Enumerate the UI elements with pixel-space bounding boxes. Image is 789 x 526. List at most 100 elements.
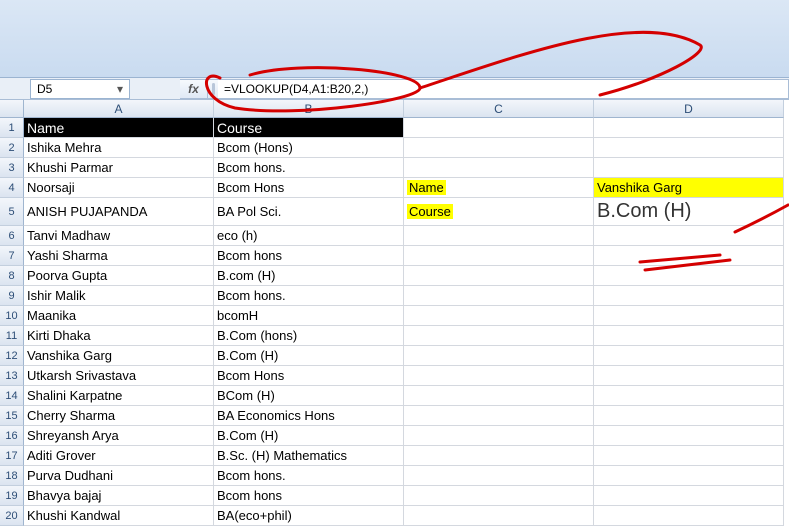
cell-c6[interactable] [404,226,594,246]
cell-c11[interactable] [404,326,594,346]
cell-d5[interactable]: B.Com (H) [594,198,784,226]
cell-c3[interactable] [404,158,594,178]
select-all-corner[interactable] [0,100,24,118]
cell-b5[interactable]: BA Pol Sci. [214,198,404,226]
cell-b3[interactable]: Bcom hons. [214,158,404,178]
col-header-d[interactable]: D [594,100,784,118]
cell-d17[interactable] [594,446,784,466]
col-header-c[interactable]: C [404,100,594,118]
cell-a2[interactable]: Ishika Mehra [24,138,214,158]
cell-a4[interactable]: Noorsaji [24,178,214,198]
formula-input[interactable]: =VLOOKUP(D4,A1:B20,2,) [218,79,789,99]
cell-b7[interactable]: Bcom hons [214,246,404,266]
cell-c7[interactable] [404,246,594,266]
cell-c16[interactable] [404,426,594,446]
cell-d8[interactable] [594,266,784,286]
cell-c10[interactable] [404,306,594,326]
formula-bar-grip[interactable] [208,79,218,99]
cell-b17[interactable]: B.Sc. (H) Mathematics [214,446,404,466]
cell-c15[interactable] [404,406,594,426]
cell-d19[interactable] [594,486,784,506]
cell-c14[interactable] [404,386,594,406]
cell-d11[interactable] [594,326,784,346]
cell-c19[interactable] [404,486,594,506]
cell-a9[interactable]: Ishir Malik [24,286,214,306]
cell-b4[interactable]: Bcom Hons [214,178,404,198]
cell-d15[interactable] [594,406,784,426]
cell-d20[interactable] [594,506,784,526]
row-header[interactable]: 14 [0,386,24,406]
cell-a14[interactable]: Shalini Karpatne [24,386,214,406]
cell-d12[interactable] [594,346,784,366]
cell-a5[interactable]: ANISH PUJAPANDA [24,198,214,226]
cell-d18[interactable] [594,466,784,486]
row-header[interactable]: 4 [0,178,24,198]
cell-b11[interactable]: B.Com (hons) [214,326,404,346]
cell-b12[interactable]: B.Com (H) [214,346,404,366]
cell-d9[interactable] [594,286,784,306]
row-header[interactable]: 20 [0,506,24,526]
row-header[interactable]: 15 [0,406,24,426]
cell-a15[interactable]: Cherry Sharma [24,406,214,426]
cell-c9[interactable] [404,286,594,306]
row-header[interactable]: 10 [0,306,24,326]
cell-a13[interactable]: Utkarsh Srivastava [24,366,214,386]
cell-d6[interactable] [594,226,784,246]
cell-d4[interactable]: Vanshika Garg [594,178,784,198]
cell-c1[interactable] [404,118,594,138]
row-header[interactable]: 9 [0,286,24,306]
cell-c17[interactable] [404,446,594,466]
row-header[interactable]: 7 [0,246,24,266]
cell-d3[interactable] [594,158,784,178]
cell-d10[interactable] [594,306,784,326]
insert-function-button[interactable]: fx [180,79,208,99]
cell-b19[interactable]: Bcom hons [214,486,404,506]
cell-a10[interactable]: Maanika [24,306,214,326]
row-header[interactable]: 12 [0,346,24,366]
cell-b15[interactable]: BA Economics Hons [214,406,404,426]
cell-a11[interactable]: Kirti Dhaka [24,326,214,346]
cell-a12[interactable]: Vanshika Garg [24,346,214,366]
cell-a6[interactable]: Tanvi Madhaw [24,226,214,246]
cell-d13[interactable] [594,366,784,386]
cell-b14[interactable]: BCom (H) [214,386,404,406]
cell-b2[interactable]: Bcom (Hons) [214,138,404,158]
row-header[interactable]: 11 [0,326,24,346]
cell-d2[interactable] [594,138,784,158]
cell-c13[interactable] [404,366,594,386]
row-header[interactable]: 18 [0,466,24,486]
col-header-a[interactable]: A [24,100,214,118]
cell-a19[interactable]: Bhavya bajaj [24,486,214,506]
cell-c2[interactable] [404,138,594,158]
cell-b6[interactable]: eco (h) [214,226,404,246]
cell-a16[interactable]: Shreyansh Arya [24,426,214,446]
name-box[interactable]: D5 ▾ [30,79,130,99]
cell-b16[interactable]: B.Com (H) [214,426,404,446]
cell-c18[interactable] [404,466,594,486]
cell-a7[interactable]: Yashi Sharma [24,246,214,266]
row-header[interactable]: 19 [0,486,24,506]
col-header-b[interactable]: B [214,100,404,118]
cell-a8[interactable]: Poorva Gupta [24,266,214,286]
cell-c20[interactable] [404,506,594,526]
cell-b1[interactable]: Course [214,118,404,138]
cell-b13[interactable]: Bcom Hons [214,366,404,386]
row-header[interactable]: 1 [0,118,24,138]
cell-d16[interactable] [594,426,784,446]
cell-a20[interactable]: Khushi Kandwal [24,506,214,526]
row-header[interactable]: 5 [0,198,24,226]
name-box-dropdown-icon[interactable]: ▾ [113,82,127,96]
cell-c4[interactable]: Name [404,178,594,198]
cell-b8[interactable]: B.com (H) [214,266,404,286]
cell-b20[interactable]: BA(eco+phil) [214,506,404,526]
cell-b18[interactable]: Bcom hons. [214,466,404,486]
row-header[interactable]: 2 [0,138,24,158]
cell-a1[interactable]: Name [24,118,214,138]
row-header[interactable]: 3 [0,158,24,178]
cell-c8[interactable] [404,266,594,286]
row-header[interactable]: 8 [0,266,24,286]
row-header[interactable]: 6 [0,226,24,246]
cell-b10[interactable]: bcomH [214,306,404,326]
cell-a17[interactable]: Aditi Grover [24,446,214,466]
row-header[interactable]: 17 [0,446,24,466]
